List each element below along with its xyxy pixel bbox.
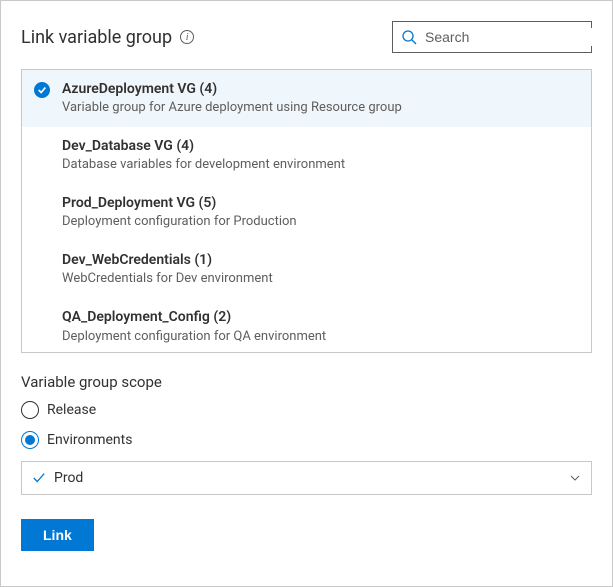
variable-group-item[interactable]: QA_Deployment_Config (2) Deployment confi… [22,298,591,353]
radio-icon [21,401,39,419]
item-description: WebCredentials for Dev environment [62,271,579,288]
item-description: Deployment configuration for Production [62,214,579,231]
info-icon[interactable]: i [180,30,194,44]
item-text: AzureDeployment VG (4) Variable group for… [62,80,579,117]
scope-section-label: Variable group scope [21,373,592,391]
link-button[interactable]: Link [21,519,94,551]
environment-selected: Prod [32,470,83,486]
panel-header: Link variable group i [21,21,592,53]
search-box[interactable] [392,21,592,53]
radio-label: Environments [47,432,132,448]
item-text: Dev_Database VG (4) Database variables fo… [62,137,579,174]
radio-icon [21,431,39,449]
title-wrap: Link variable group i [21,27,194,48]
item-text: Prod_Deployment VG (5) Deployment configu… [62,194,579,231]
selection-indicator [34,137,52,139]
variable-group-item[interactable]: Dev_WebCredentials (1) WebCredentials for… [22,241,591,298]
variable-group-item[interactable]: Dev_Database VG (4) Database variables fo… [22,127,591,184]
panel-title: Link variable group [21,27,172,48]
scope-radio-environments[interactable]: Environments [21,431,592,449]
search-icon [401,29,417,45]
item-title: QA_Deployment_Config (2) [62,308,579,326]
variable-group-item[interactable]: Prod_Deployment VG (5) Deployment configu… [22,184,591,241]
scope-radio-release[interactable]: Release [21,401,592,419]
item-title: Dev_Database VG (4) [62,137,579,155]
item-description: Deployment configuration for QA environm… [62,329,579,346]
item-title: AzureDeployment VG (4) [62,80,579,98]
variable-group-item[interactable]: AzureDeployment VG (4) Variable group for… [22,70,591,127]
search-input[interactable] [423,28,608,46]
chevron-down-icon [569,472,581,484]
selection-indicator [34,251,52,253]
item-description: Database variables for development envir… [62,157,579,174]
radio-label: Release [47,402,96,418]
environment-dropdown[interactable]: Prod [21,461,592,495]
item-description: Variable group for Azure deployment usin… [62,100,579,117]
item-title: Dev_WebCredentials (1) [62,251,579,269]
selection-indicator [34,80,52,98]
checkmark-icon [34,82,50,98]
check-icon [32,471,46,485]
environment-value: Prod [54,470,83,486]
link-variable-group-panel: Link variable group i AzureDeployment VG… [0,0,613,587]
item-text: Dev_WebCredentials (1) WebCredentials for… [62,251,579,288]
item-text: QA_Deployment_Config (2) Deployment confi… [62,308,579,345]
selection-indicator [34,308,52,310]
item-title: Prod_Deployment VG (5) [62,194,579,212]
variable-group-list[interactable]: AzureDeployment VG (4) Variable group for… [21,69,592,353]
selection-indicator [34,194,52,196]
